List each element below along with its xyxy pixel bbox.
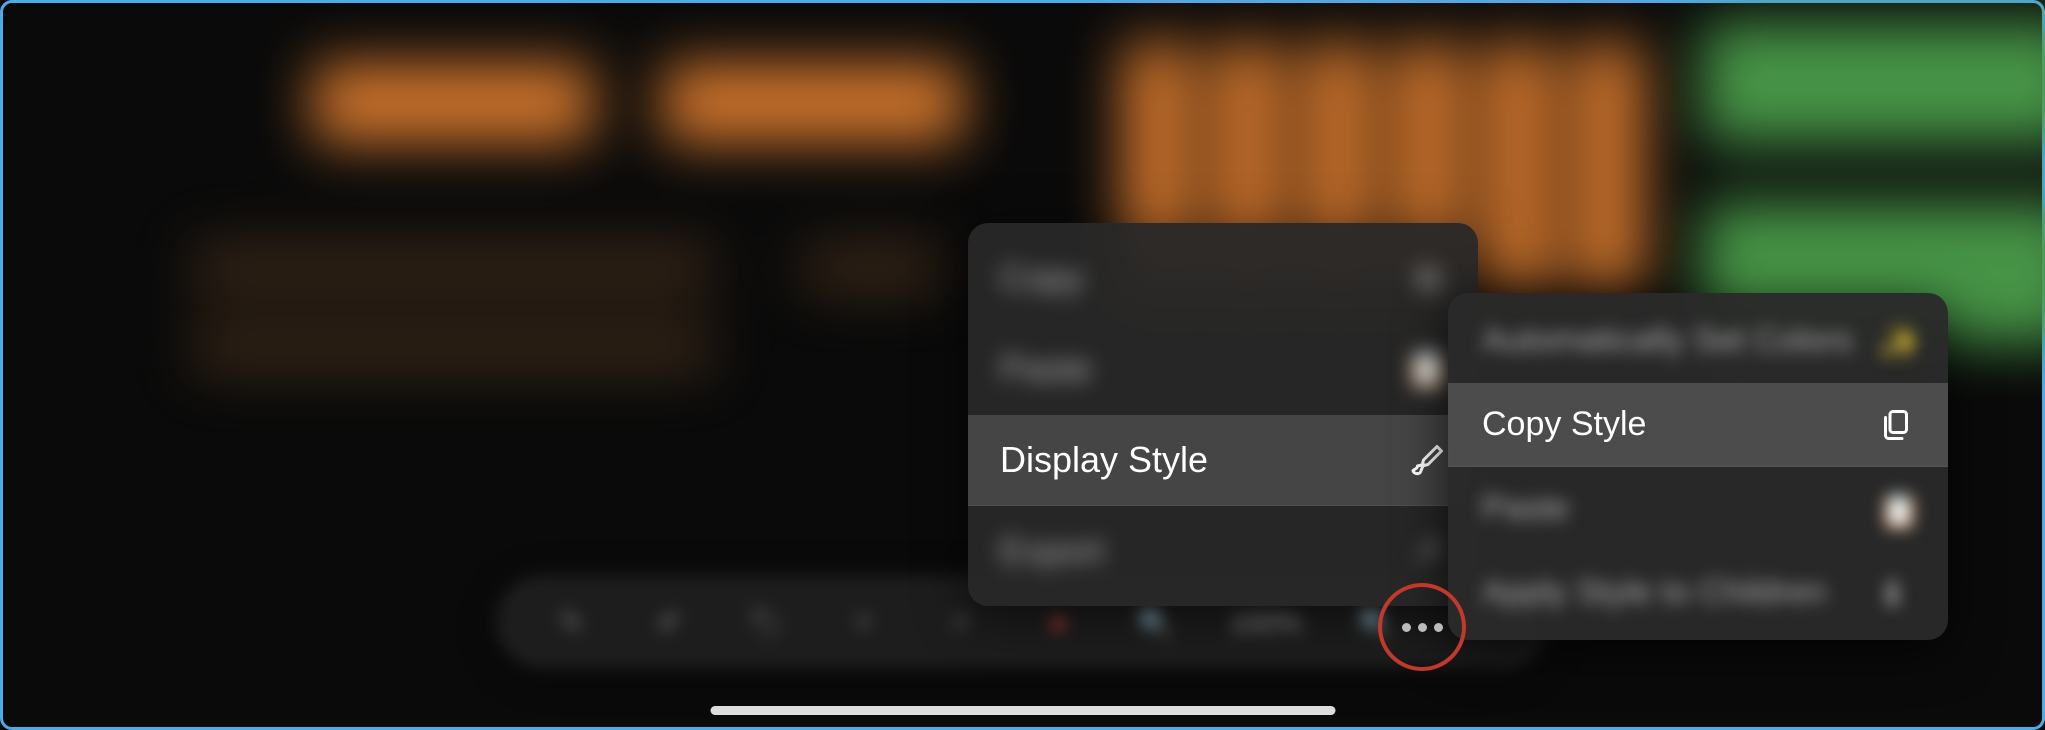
submenu-item-label: Copy Style (1482, 405, 1646, 444)
ellipsis-icon (1402, 623, 1443, 632)
paste-icon: 📋 (1878, 491, 1914, 527)
submenu-item-auto-colors[interactable]: Automatically Set Colors ✨ (1448, 299, 1948, 383)
menu-item-label: Copy (1000, 257, 1084, 299)
copy-icon: ⧉ (1410, 260, 1446, 296)
submenu-item-label: Paste (1482, 489, 1569, 528)
more-button-highlight-circle (1378, 583, 1466, 671)
apply-icon: ⬇ (1878, 575, 1914, 611)
zoom-level-label[interactable]: 100% (1230, 606, 1302, 638)
context-menu-submenu: Automatically Set Colors ✨ Copy Style Pa… (1448, 293, 1948, 640)
context-menu-primary: Copy ⧉ Paste 📋 Display Style Export ↗ (968, 223, 1478, 606)
menu-item-display-style[interactable]: Display Style (968, 415, 1478, 506)
menu-item-copy[interactable]: Copy ⧉ (968, 233, 1478, 324)
menu-item-label: Paste (1000, 348, 1092, 390)
eyedropper-icon[interactable]: ✎ (549, 599, 595, 645)
more-button[interactable] (1394, 599, 1450, 655)
submenu-item-label: Apply Style to Children (1482, 573, 1826, 612)
menu-item-label: Display Style (1000, 439, 1208, 481)
menu-item-label: Export (1000, 530, 1104, 572)
submenu-item-paste[interactable]: Paste 📋 (1448, 467, 1948, 551)
home-indicator[interactable] (710, 706, 1335, 715)
wand-icon: ✨ (1878, 323, 1914, 359)
menu-item-export[interactable]: Export ↗ (968, 506, 1478, 596)
plus-icon[interactable]: + (841, 599, 887, 645)
paste-icon: 📋 (1410, 351, 1446, 387)
submenu-item-label: Automatically Set Colors (1482, 321, 1852, 360)
paint-brush-icon (1410, 442, 1446, 478)
export-icon: ↗ (1410, 533, 1446, 569)
tag-icon[interactable]: 🏷 (743, 599, 789, 645)
submenu-item-apply-children[interactable]: Apply Style to Children ⬇ (1448, 551, 1948, 634)
submenu-item-copy-style[interactable]: Copy Style (1448, 383, 1948, 467)
pencil-icon[interactable]: ✐ (646, 599, 692, 645)
plus-alt-icon[interactable]: + (938, 599, 984, 645)
menu-item-paste[interactable]: Paste 📋 (968, 324, 1478, 415)
copy-document-icon (1878, 407, 1914, 443)
